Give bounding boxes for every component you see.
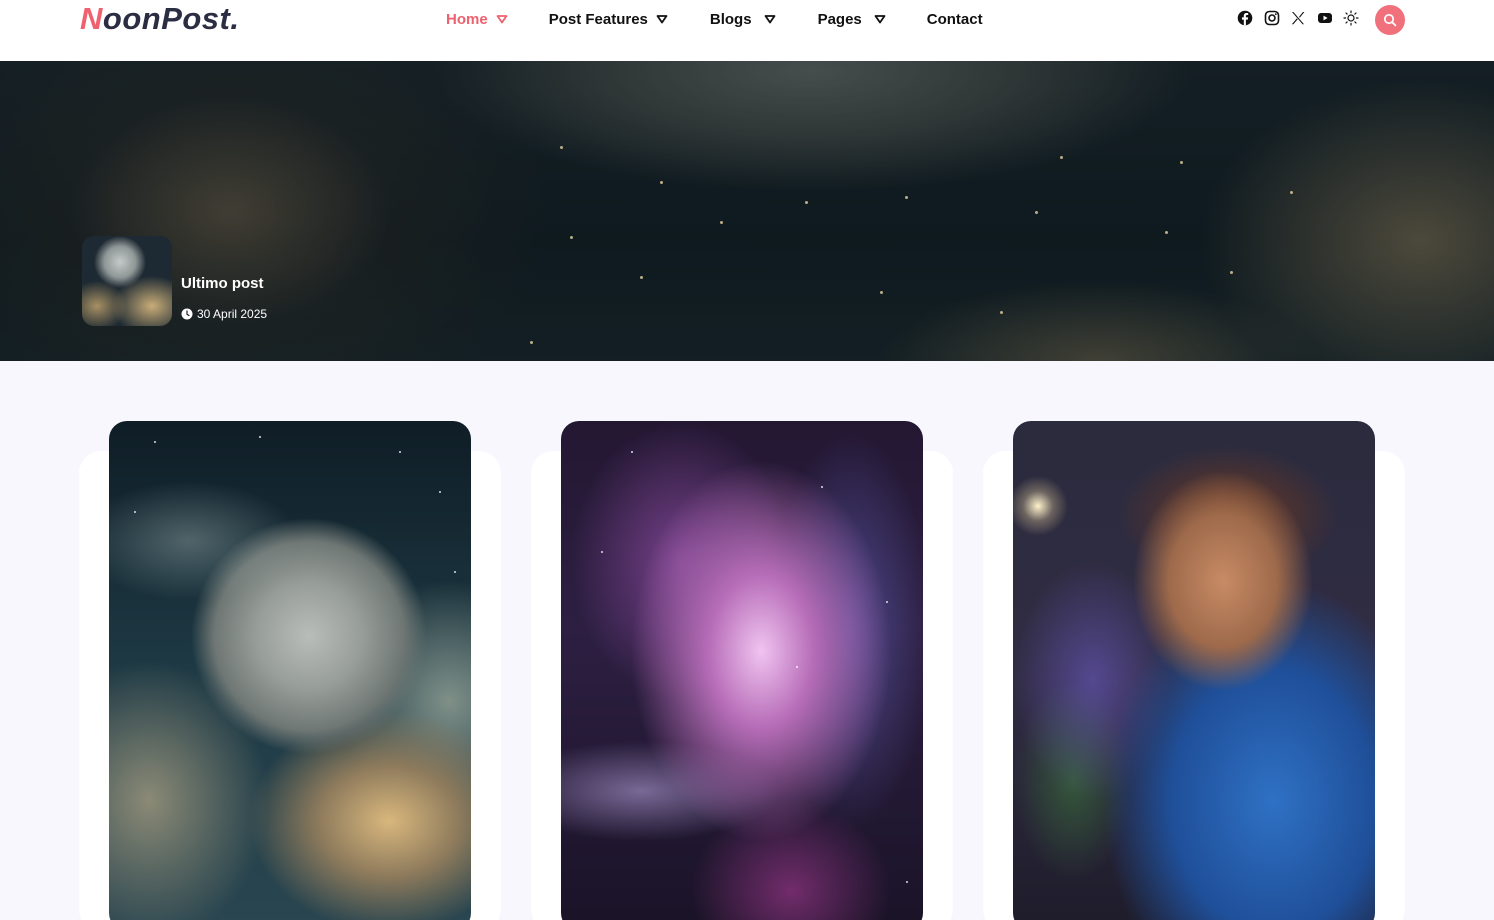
purple-nebula-image[interactable] — [561, 421, 923, 920]
nav-item-contact[interactable]: Contact — [927, 11, 983, 28]
x-twitter-icon[interactable] — [1289, 9, 1307, 27]
hero-star — [905, 196, 908, 199]
hero-star — [560, 146, 563, 149]
nav-item-label: Post Features — [548, 10, 648, 28]
image-star — [439, 491, 441, 493]
site-logo[interactable]: NoonPost. — [80, 1, 240, 37]
logo-initial: N — [80, 1, 103, 36]
social-links — [1236, 9, 1369, 27]
hero-post-title[interactable]: Ultimo post — [181, 275, 264, 292]
chevron-down-icon — [874, 13, 886, 25]
hero-star — [720, 221, 723, 224]
image-star — [821, 486, 823, 488]
nav-item-pages[interactable]: Pages — [818, 11, 886, 28]
chevron-down-icon — [656, 13, 668, 25]
image-star — [154, 441, 156, 443]
search-button[interactable] — [1375, 5, 1405, 35]
hero-star — [640, 276, 643, 279]
hero-star — [660, 181, 663, 184]
sun-icon[interactable] — [1342, 9, 1360, 27]
hero-star — [1035, 211, 1038, 214]
hero-star — [805, 201, 808, 204]
image-star — [796, 666, 798, 668]
hero-star — [1180, 161, 1183, 164]
hero-banner: Ultimo post 30 April 2025 — [0, 61, 1494, 361]
image-star — [906, 881, 908, 883]
hero-star — [570, 236, 573, 239]
hero-star — [1230, 271, 1233, 274]
hero-post-date-text: 30 April 2025 — [197, 307, 268, 321]
nav-item-label: Contact — [926, 10, 983, 28]
youtube-icon[interactable] — [1316, 9, 1334, 27]
logo-text: oonPost. — [102, 1, 240, 36]
main-nav: Home Post Features Blogs Pages Contact — [446, 0, 983, 38]
image-star — [399, 451, 401, 453]
image-star — [601, 551, 603, 553]
image-star — [259, 436, 261, 438]
hero-post-thumbnail[interactable] — [82, 236, 172, 326]
gamer-illustration-image[interactable] — [1013, 421, 1375, 920]
hero-star — [1165, 231, 1168, 234]
search-icon — [1383, 13, 1397, 27]
nav-item-label: Pages — [817, 10, 862, 28]
nav-item-post-features[interactable]: Post Features — [549, 11, 668, 28]
clock-icon — [181, 308, 193, 320]
nav-item-label: Home — [446, 10, 488, 28]
hero-star — [530, 341, 533, 344]
facebook-icon[interactable] — [1236, 9, 1254, 27]
hero-post-date: 30 April 2025 — [181, 307, 267, 321]
image-star — [454, 571, 456, 573]
nav-item-home[interactable]: Home — [446, 11, 508, 28]
hero-star — [1000, 311, 1003, 314]
chevron-down-icon — [496, 13, 508, 25]
instagram-icon[interactable] — [1263, 9, 1281, 27]
image-star — [631, 451, 633, 453]
moon-clouds-image[interactable] — [109, 421, 471, 920]
image-star — [886, 601, 888, 603]
hero-star — [880, 291, 883, 294]
site-header: NoonPost. Home Post Features Blogs Pages… — [0, 0, 1494, 61]
nav-item-blogs[interactable]: Blogs — [710, 11, 776, 28]
hero-star — [1290, 191, 1293, 194]
hero-star — [1060, 156, 1063, 159]
image-star — [134, 511, 136, 513]
chevron-down-icon — [764, 13, 776, 25]
nav-item-label: Blogs — [709, 10, 752, 28]
